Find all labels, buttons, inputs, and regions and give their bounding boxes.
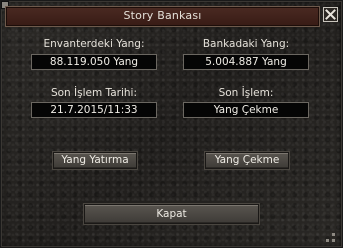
- last-transaction-date-label: Son İşlem Tarihi:: [50, 87, 138, 99]
- bank-window: Story Bankası Envanterdeki Yang: 88.119.…: [0, 0, 343, 248]
- deposit-yang-button[interactable]: Yang Yatırma: [53, 152, 137, 169]
- close-dialog-button[interactable]: Kapat: [84, 204, 259, 224]
- bank-yang-label: Bankadaki Yang:: [202, 38, 290, 50]
- last-transaction-date-value: 21.7.2015/11:33: [31, 102, 157, 118]
- close-button[interactable]: [323, 7, 338, 22]
- inventory-yang-label: Envanterdeki Yang:: [43, 38, 145, 50]
- inventory-yang-value: 88.119.050 Yang: [31, 54, 157, 70]
- close-icon: [325, 9, 336, 20]
- title-bar[interactable]: Story Bankası: [5, 6, 320, 27]
- last-transaction-label: Son İşlem:: [218, 87, 274, 99]
- bank-yang-value: 5.004.887 Yang: [183, 54, 309, 70]
- withdraw-yang-button[interactable]: Yang Çekme: [205, 152, 289, 169]
- resize-grip-icon[interactable]: [324, 231, 338, 245]
- window-title: Story Bankası: [123, 9, 202, 22]
- last-transaction-value: Yang Çekme: [183, 102, 309, 118]
